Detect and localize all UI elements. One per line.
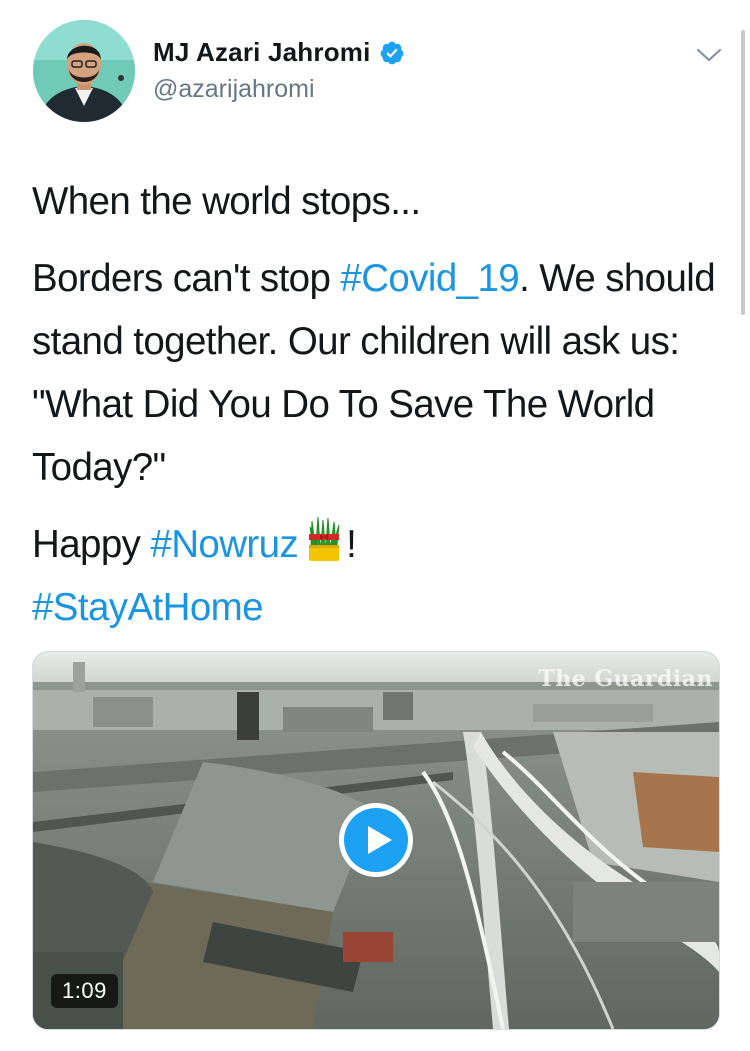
tweet-paragraph-4: #StayAtHome	[32, 576, 722, 639]
tweet-paragraph-2: Borders can't stop #Covid_19. We should …	[32, 247, 722, 499]
hashtag-nowruz-link[interactable]: #Nowruz	[150, 523, 298, 566]
verified-badge-icon	[380, 41, 403, 64]
tweet-paragraph-3: Happy #Nowruz !	[32, 513, 722, 576]
sabzeh-grass-emoji-icon	[309, 517, 340, 561]
video-duration-badge: 1:09	[51, 974, 118, 1008]
hashtag-stayathome-link[interactable]: #StayAtHome	[32, 586, 264, 629]
tweet-line-1: When the world stops...	[32, 180, 421, 223]
user-name[interactable]: MJ Azari Jahromi	[153, 37, 371, 68]
video-player[interactable]: The Guardian 1:09	[32, 651, 720, 1030]
tweet-text-segment: Happy	[32, 523, 151, 566]
chevron-down-icon[interactable]	[694, 44, 724, 66]
user-handle[interactable]: @azarijahromi	[153, 75, 315, 104]
avatar-image	[33, 20, 135, 122]
scrollbar[interactable]	[741, 30, 745, 315]
video-watermark: The Guardian	[538, 666, 713, 692]
hashtag-covid19-link[interactable]: #Covid_19	[340, 257, 519, 300]
tweet-text-segment: !	[346, 523, 357, 566]
play-icon[interactable]	[337, 801, 415, 879]
user-name-row[interactable]: MJ Azari Jahromi	[153, 37, 405, 68]
tweet-text: When the world stops... Borders can't st…	[32, 170, 722, 653]
tweet-text-segment: Borders can't stop	[32, 257, 341, 300]
avatar[interactable]	[33, 20, 135, 122]
